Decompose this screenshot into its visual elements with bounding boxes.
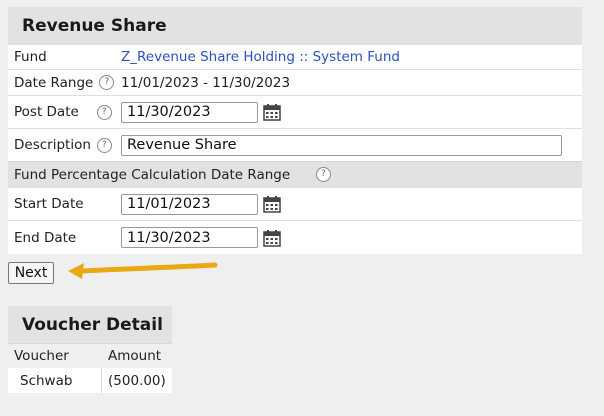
voucher-header-row: Voucher Amount	[8, 343, 172, 368]
arrow-left-icon	[68, 262, 218, 279]
section-header: Fund Percentage Calculation Date Range ?	[8, 161, 582, 187]
post-date-label: Post Date	[14, 104, 79, 120]
voucher-cell: Schwab	[8, 368, 102, 393]
start-date-label: Start Date	[14, 196, 84, 212]
fund-row: Fund Z_Revenue Share Holding :: System F…	[8, 44, 582, 69]
calendar-icon[interactable]	[263, 229, 281, 247]
post-date-row: Post Date? 11/30/2023	[8, 95, 582, 128]
panel-title: Revenue Share	[8, 7, 582, 44]
column-voucher: Voucher	[14, 348, 69, 364]
end-date-input[interactable]: 11/30/2023	[121, 227, 258, 248]
description-input[interactable]: Revenue Share	[121, 134, 562, 156]
amount-cell: (500.00)	[108, 372, 166, 389]
date-range-value: 11/01/2023 - 11/30/2023	[121, 74, 291, 91]
description-row: Description? Revenue Share	[8, 128, 582, 161]
voucher-title: Voucher Detail	[8, 306, 172, 343]
calendar-icon[interactable]	[263, 103, 281, 121]
help-icon[interactable]: ?	[96, 137, 112, 153]
end-date-row: End Date 11/30/2023	[8, 220, 582, 254]
date-range-label: Date Range	[14, 74, 94, 91]
revenue-share-panel: Revenue Share Fund Z_Revenue Share Holdi…	[8, 7, 582, 254]
fund-link[interactable]: Z_Revenue Share Holding :: System Fund	[121, 49, 400, 65]
calendar-icon[interactable]	[263, 195, 281, 213]
help-icon[interactable]: ?	[99, 75, 115, 90]
fund-label: Fund	[14, 49, 47, 65]
description-label: Description	[14, 137, 91, 153]
date-range-row: Date Range? 11/01/2023 - 11/30/2023	[8, 69, 582, 95]
column-amount: Amount	[108, 348, 162, 364]
section-label: Fund Percentage Calculation Date Range	[14, 166, 291, 183]
start-date-input[interactable]: 11/01/2023	[121, 193, 258, 215]
table-row: Schwab (500.00)	[8, 368, 172, 393]
help-icon[interactable]: ?	[96, 104, 112, 120]
help-icon[interactable]: ?	[316, 167, 331, 182]
next-button[interactable]: Next	[8, 262, 54, 284]
end-date-label: End Date	[14, 229, 77, 246]
post-date-input[interactable]: 11/30/2023	[121, 101, 258, 123]
start-date-row: Start Date 11/01/2023	[8, 187, 582, 220]
voucher-detail-panel: Voucher Detail Voucher Amount Schwab (50…	[8, 306, 172, 393]
